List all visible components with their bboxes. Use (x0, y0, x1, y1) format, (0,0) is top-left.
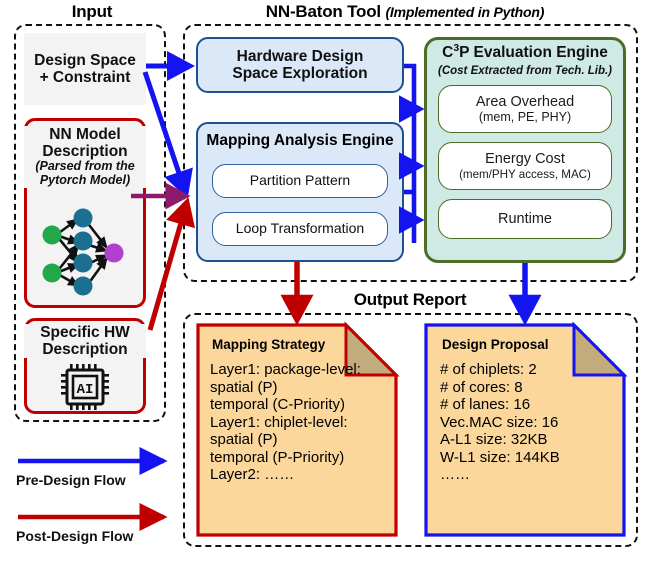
mapping-analysis-engine-block[interactable]: Mapping Analysis Engine Partition Patter… (196, 122, 404, 262)
c3p-title: C3P Evaluation Engine (424, 43, 626, 61)
c3p-item-area-overhead-main: Area Overhead (475, 93, 575, 110)
hardware-dse-line1: Hardware Design (236, 47, 364, 65)
mapping-item-partition-pattern-label: Partition Pattern (249, 172, 351, 189)
neural-network-graph-icon (42, 208, 124, 296)
design-space-line1: Design Space (34, 51, 136, 69)
c3p-item-runtime-main: Runtime (498, 210, 552, 227)
nn-model-line1: NN Model (49, 126, 121, 143)
design-proposal-line-7: …… (440, 466, 470, 484)
mapping-strategy-line-6: temporal (P-Priority) (210, 448, 345, 466)
design-proposal-lines: # of chiplets: 2 # of cores: 8 # of lane… (440, 361, 626, 484)
design-proposal-line-3: # of lanes: 16 (440, 396, 531, 414)
mapping-item-loop-transformation-label: Loop Transformation (235, 220, 365, 237)
mapping-strategy-note[interactable]: Mapping Strategy Layer1: package-level: … (196, 321, 400, 537)
mapping-strategy-line-1: Layer1: package-level: (210, 361, 361, 378)
hardware-dse-line2: Space Exploration (232, 65, 368, 82)
mapping-strategy-line-7: Layer2: …… (210, 466, 295, 484)
mapping-strategy-line-2: spatial (P) (210, 378, 278, 396)
input-section-title: Input (71, 2, 113, 21)
mapping-item-partition-pattern[interactable]: Partition Pattern (212, 164, 388, 198)
design-proposal-line-2: # of cores: 8 (440, 378, 523, 396)
mapping-engine-title: Mapping Analysis Engine (206, 132, 394, 149)
mapping-strategy-lines: Layer1: package-level: spatial (P) tempo… (210, 361, 396, 484)
nn-model-italic1: (Parsed from the (35, 159, 135, 174)
mapping-strategy-title: Mapping Strategy (212, 337, 326, 352)
mapping-strategy-line-5: spatial (P) (210, 431, 278, 449)
c3p-title-prefix: C (442, 44, 454, 61)
tool-title-text: NN-Baton Tool (265, 2, 381, 21)
diagram-canvas: Input NN-Baton Tool (Implemented in Pyth… (0, 0, 650, 572)
ai-chip-label: AI (77, 382, 94, 398)
design-proposal-line-6: W-L1 size: 144KB (440, 448, 560, 466)
specific-hw-line2: Description (42, 341, 128, 359)
c3p-title-rest: P Evaluation Engine (459, 44, 608, 61)
design-space-constraint-card[interactable]: Design Space + Constraint (24, 33, 146, 105)
c3p-item-area-overhead[interactable]: Area Overhead (mem, PE, PHY) (438, 85, 612, 133)
specific-hw-description-card[interactable]: Specific HW Description AI (24, 318, 146, 414)
nn-model-italic2: Pytorch Model) (39, 172, 131, 187)
mapping-strategy-line-4: Layer1: chiplet-level: (210, 413, 348, 431)
nn-model-line2: Description (42, 143, 128, 161)
c3p-item-runtime[interactable]: Runtime (438, 199, 612, 239)
design-proposal-line-4: Vec.MAC size: 16 (440, 413, 559, 431)
legend-pre-design-flow-label: Pre-Design Flow (16, 472, 126, 488)
design-proposal-line-5: A-L1 size: 32KB (440, 431, 548, 449)
c3p-evaluation-engine-block[interactable]: C3P Evaluation Engine (Cost Extracted fr… (424, 37, 626, 263)
c3p-subtitle: (Cost Extracted from Tech. Lib.) (437, 65, 612, 77)
design-proposal-note[interactable]: Design Proposal # of chiplets: 2 # of co… (424, 321, 628, 537)
c3p-item-energy-cost-sub: (mem/PHY access, MAC) (459, 167, 591, 181)
c3p-item-energy-cost[interactable]: Energy Cost (mem/PHY access, MAC) (438, 142, 612, 190)
tool-section-title: NN-Baton Tool (Implemented in Python) (190, 2, 620, 22)
c3p-item-area-overhead-sub: (mem, PE, PHY) (478, 110, 572, 125)
design-space-line2: + Constraint (39, 69, 131, 86)
legend-post-design-flow: Post-Design Flow (14, 502, 189, 544)
mapping-item-loop-transformation[interactable]: Loop Transformation (212, 212, 388, 246)
ai-chip-icon: AI (61, 364, 109, 410)
design-proposal-line-1: # of chiplets: 2 (440, 361, 537, 378)
legend-post-design-flow-label: Post-Design Flow (16, 528, 134, 544)
hardware-dse-block[interactable]: Hardware Design Space Exploration (196, 37, 404, 93)
mapping-strategy-line-3: temporal (C-Priority) (210, 396, 346, 414)
nn-model-description-card[interactable]: NN Model Description (Parsed from the Py… (24, 118, 146, 308)
specific-hw-line1: Specific HW (40, 324, 130, 341)
design-proposal-title: Design Proposal (442, 337, 549, 352)
output-section-title: Output Report (353, 290, 467, 309)
tool-title-subtitle: (Implemented in Python) (385, 4, 545, 20)
legend-pre-design-flow: Pre-Design Flow (14, 446, 179, 488)
c3p-item-energy-cost-main: Energy Cost (485, 151, 565, 168)
